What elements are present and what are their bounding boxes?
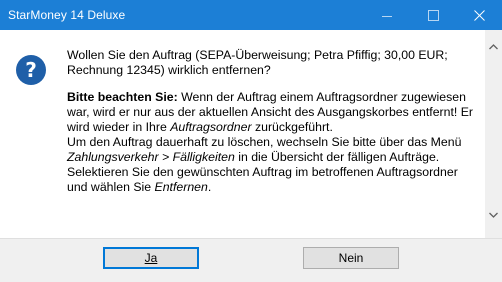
line2-italic-1: Zahlungsverkehr > Fälligkeiten [67, 150, 235, 164]
window-title: StarMoney 14 Deluxe [8, 8, 126, 22]
note-paragraph: Bitte beachten Sie: Wenn der Auftrag ein… [67, 90, 479, 195]
line2-text-1: Um den Auftrag dauerhaft zu löschen, wec… [67, 135, 462, 149]
scroll-down-arrow-icon[interactable] [485, 206, 502, 223]
maximize-button[interactable] [410, 0, 456, 30]
scroll-up-arrow-icon[interactable] [485, 38, 502, 55]
note-italic-1: Auftragsordner [170, 120, 252, 134]
yes-button-label: Ja [144, 251, 158, 265]
message-area: ? Wollen Sie den Auftrag (SEPA-Überweisu… [0, 30, 485, 238]
note-label: Bitte beachten Sie: [67, 90, 178, 104]
yes-button[interactable]: Ja [103, 247, 199, 269]
vertical-scrollbar[interactable] [485, 30, 502, 238]
no-button[interactable]: Nein [303, 247, 399, 269]
line2-italic-2: Entfernen [154, 180, 208, 194]
maximize-icon [427, 9, 439, 21]
close-button[interactable] [456, 0, 502, 30]
note-text-2: zurückgeführt. [251, 120, 333, 134]
no-button-label: Nein [338, 251, 364, 265]
button-bar: Ja Nein [0, 238, 502, 282]
question-icon: ? [16, 55, 46, 85]
message-text: Wollen Sie den Auftrag (SEPA-Überweisung… [67, 48, 479, 195]
title-bar[interactable]: StarMoney 14 Deluxe [0, 0, 502, 30]
minimize-button[interactable] [364, 0, 410, 30]
dialog-window: StarMoney 14 Deluxe ? Wollen Sie den Auf… [0, 0, 502, 282]
close-icon [473, 9, 485, 21]
minimize-icon [382, 15, 392, 17]
question-text: Wollen Sie den Auftrag (SEPA-Überweisung… [67, 48, 448, 77]
line2-text-3: . [207, 180, 212, 194]
